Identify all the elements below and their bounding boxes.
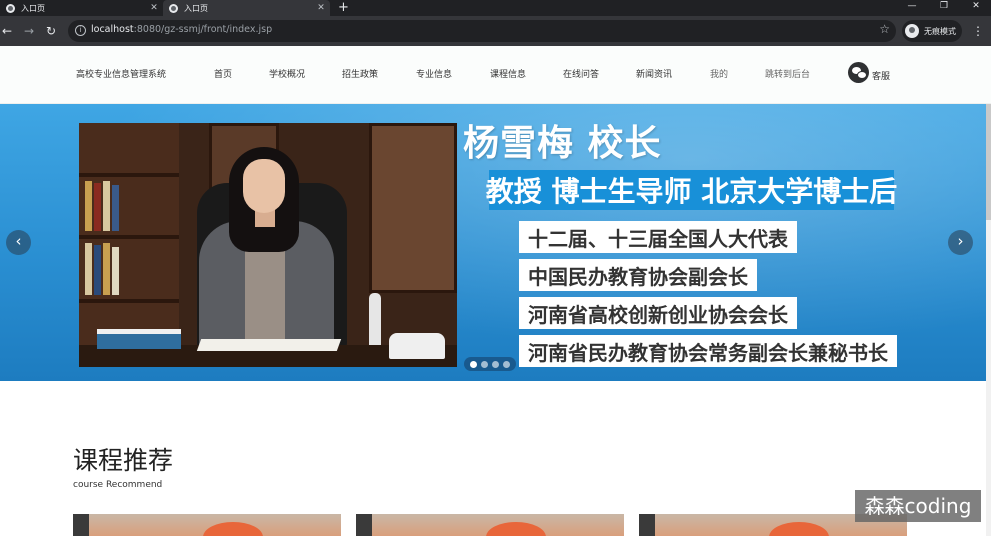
course-thumbnail [356, 514, 372, 536]
nav-item-mine[interactable]: 我的 [710, 67, 728, 80]
carousel-title-box: 河南省高校创新创业协会会长 [519, 297, 797, 329]
globe-icon [6, 3, 15, 13]
browser-toolbar: ← → ↻ i localhost:8080/gz-ssmj/front/ind… [0, 16, 991, 46]
course-thumbnail [73, 514, 89, 536]
course-thumbnail [639, 514, 655, 536]
carousel-indicators [464, 357, 516, 371]
carousel-title-box: 十二届、十三届全国人大代表 [519, 221, 797, 253]
chevron-right-icon: › [957, 232, 964, 250]
globe-icon [169, 3, 178, 13]
carousel-dot[interactable] [503, 360, 510, 368]
incognito-badge[interactable]: 无痕模式 [902, 20, 962, 42]
cabinet-right [369, 123, 457, 293]
video-watermark: 森森coding [855, 490, 981, 522]
person-face [243, 159, 285, 213]
carousel-subtitle-box: 教授 博士生导师 北京大学博士后 [486, 170, 897, 210]
nav-item-school-overview[interactable]: 学校概况 [269, 67, 305, 80]
browser-tab[interactable]: 入口页 ✕ [0, 0, 163, 16]
nav-item-admin[interactable]: 跳转到后台 [765, 67, 810, 80]
section-title: 课程推荐 [73, 446, 174, 475]
carousel-dot[interactable] [492, 360, 499, 368]
desk-lamp [369, 293, 381, 353]
site-header: 高校专业信息管理系统 首页 学校概况 招生政策 专业信息 课程信息 在线问答 新… [0, 46, 991, 104]
course-card[interactable] [356, 514, 624, 536]
course-card[interactable] [73, 514, 341, 536]
nav-item-online-qa[interactable]: 在线问答 [563, 67, 599, 80]
document-paper [196, 339, 342, 351]
minimize-icon[interactable]: — [902, 0, 922, 14]
browser-tab-active[interactable]: 入口页 ✕ [163, 0, 330, 16]
info-icon[interactable]: i [75, 25, 86, 36]
nav-item-major-info[interactable]: 专业信息 [416, 67, 452, 80]
incognito-icon [905, 24, 919, 38]
carousel-dot[interactable] [470, 360, 477, 368]
carousel-title: 河南省民办教育协会常务副会长兼秘书长 [528, 340, 888, 365]
nav-item-admission-policy[interactable]: 招生政策 [342, 67, 378, 80]
nav-item-news[interactable]: 新闻资讯 [636, 67, 672, 80]
site-brand[interactable]: 高校专业信息管理系统 [76, 67, 166, 80]
forward-icon[interactable]: → [24, 23, 34, 39]
close-window-icon[interactable]: ✕ [966, 0, 986, 14]
carousel-dot[interactable] [481, 360, 488, 368]
carousel-title-box: 中国民办教育协会副会长 [519, 259, 757, 291]
scrollbar-thumb[interactable] [986, 104, 991, 220]
customer-service-label: 客服 [872, 72, 891, 82]
browser-tab-bar: 入口页 ✕ 入口页 ✕ + — ❐ ✕ [0, 0, 991, 16]
nav-item-course-info[interactable]: 课程信息 [490, 67, 526, 80]
carousel-subtitle: 教授 博士生导师 北京大学博士后 [485, 175, 898, 208]
close-icon[interactable]: ✕ [148, 3, 160, 13]
back-icon[interactable]: ← [2, 23, 12, 39]
carousel-title: 河南省高校创新创业协会会长 [528, 302, 788, 327]
tab-title: 入口页 [184, 3, 208, 13]
principal-photo [79, 123, 457, 367]
incognito-label: 无痕模式 [924, 26, 956, 36]
book-stack [97, 329, 181, 349]
restore-icon[interactable]: ❐ [934, 0, 954, 14]
wechat-icon [848, 62, 869, 83]
carousel-title: 中国民办教育协会副会长 [528, 264, 748, 289]
carousel-title: 十二届、十三届全国人大代表 [528, 226, 788, 251]
carousel-title-box: 河南省民办教育协会常务副会长兼秘书长 [519, 335, 897, 367]
kebab-icon[interactable]: ⋮ [972, 24, 984, 38]
address-bar[interactable]: i localhost:8080/gz-ssmj/front/index.jsp… [68, 20, 896, 42]
chevron-left-icon: ‹ [15, 232, 22, 250]
carousel-prev-button[interactable]: ‹ [6, 230, 31, 255]
customer-service[interactable]: 客服 [848, 62, 890, 83]
carousel-next-button[interactable]: › [948, 230, 973, 255]
close-icon[interactable]: ✕ [315, 3, 327, 13]
reload-icon[interactable]: ↻ [46, 23, 56, 39]
tab-title: 入口页 [21, 3, 45, 13]
carousel-headline: 杨雪梅 校长 [463, 123, 662, 164]
star-icon[interactable]: ☆ [879, 22, 890, 36]
plus-icon[interactable]: + [338, 0, 349, 16]
hero-carousel[interactable]: 杨雪梅 校长 教授 博士生导师 北京大学博士后 十二届、十三届全国人大代表 中国… [0, 104, 986, 381]
desk-phone [389, 333, 445, 359]
url-text: localhost:8080/gz-ssmj/front/index.jsp [91, 24, 273, 35]
nav-item-home[interactable]: 首页 [214, 67, 232, 80]
section-subtitle: course Recommend [73, 480, 163, 490]
